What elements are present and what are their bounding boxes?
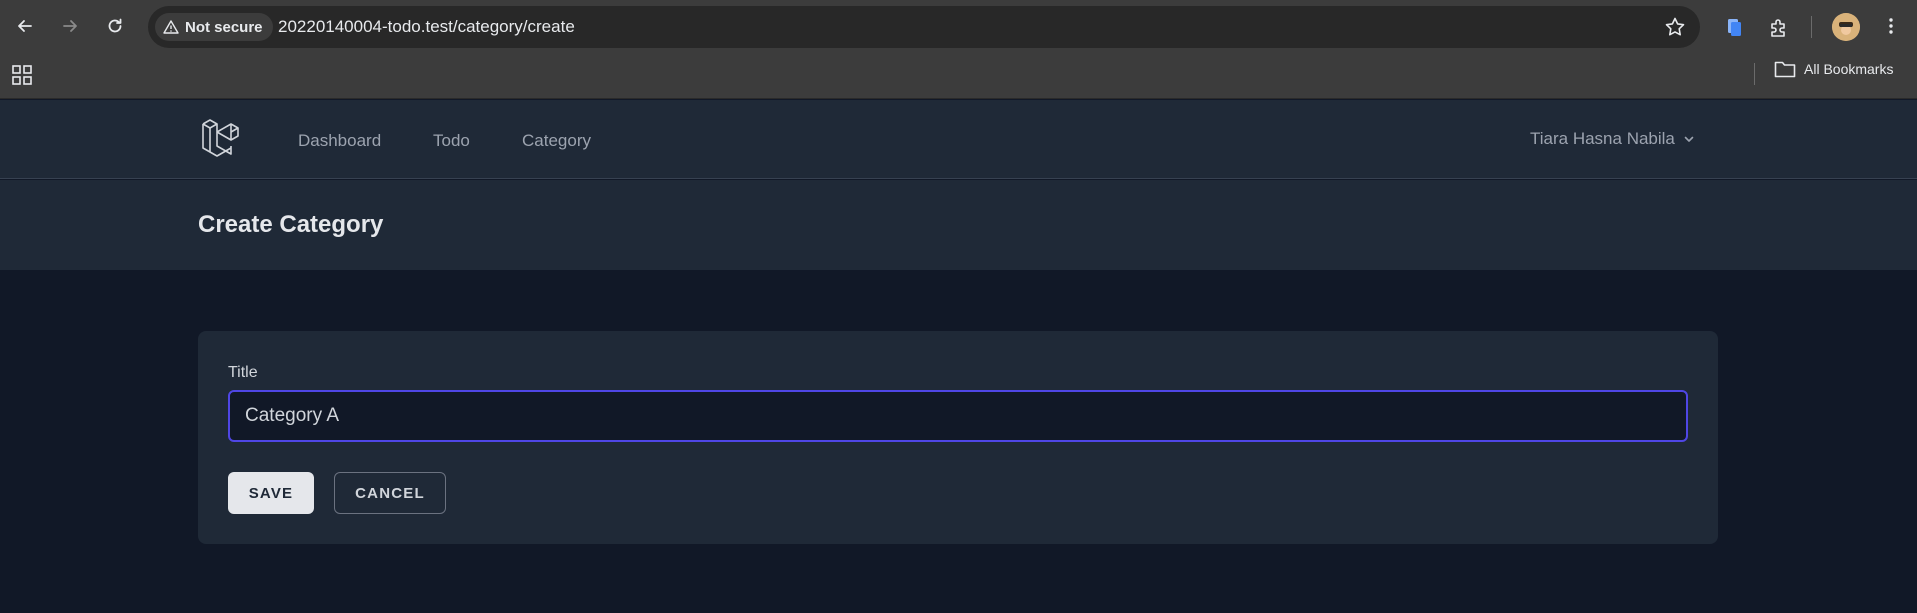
laravel-logo-icon[interactable] — [200, 118, 244, 162]
page-header: Create Category — [0, 180, 1917, 270]
all-bookmarks-button[interactable]: All Bookmarks — [1774, 60, 1893, 78]
security-label: Not secure — [185, 18, 263, 36]
forward-button[interactable] — [55, 11, 85, 41]
bookmarks-bar — [0, 54, 1917, 99]
app-navbar: Dashboard Todo Category Tiara Hasna Nabi… — [0, 100, 1917, 179]
profile-icon — [1832, 13, 1860, 41]
page-title: Create Category — [198, 211, 384, 238]
profile-avatar[interactable] — [1832, 13, 1860, 41]
browser-menu-button[interactable] — [1876, 11, 1906, 41]
more-vertical-icon — [1889, 18, 1893, 34]
bookmarks-divider — [1754, 63, 1755, 85]
url-text[interactable]: 20220140004-todo.test/category/create — [278, 17, 575, 37]
apps-grid-icon[interactable] — [11, 64, 33, 86]
nav-todo[interactable]: Todo — [433, 131, 470, 151]
cancel-button[interactable]: CANCEL — [334, 472, 446, 514]
arrow-left-icon — [18, 20, 32, 32]
all-bookmarks-label: All Bookmarks — [1804, 61, 1894, 77]
reload-button[interactable] — [100, 11, 130, 41]
extension-doc-icon — [1728, 19, 1741, 36]
toolbar-divider — [1811, 16, 1812, 38]
nav-dashboard[interactable]: Dashboard — [298, 131, 381, 151]
reload-icon — [108, 18, 122, 33]
warning-icon — [163, 20, 179, 34]
back-button[interactable] — [10, 11, 40, 41]
browser-toolbar: Not secure 20220140004-todo.test/categor… — [0, 0, 1917, 54]
form-card: Title SAVE CANCEL — [198, 331, 1718, 544]
security-chip[interactable]: Not secure — [155, 13, 273, 41]
arrow-right-icon — [63, 20, 77, 32]
bookmark-star-icon[interactable] — [1664, 16, 1686, 38]
user-menu-dropdown[interactable]: Tiara Hasna Nabila — [1530, 129, 1695, 149]
nav-category[interactable]: Category — [522, 131, 591, 151]
address-bar[interactable]: Not secure 20220140004-todo.test/categor… — [148, 6, 1700, 48]
chevron-down-icon — [1684, 136, 1694, 142]
save-button[interactable]: SAVE — [228, 472, 314, 514]
extension-button[interactable] — [1720, 13, 1748, 41]
title-label: Title — [228, 364, 258, 381]
puzzle-icon — [1771, 19, 1785, 37]
folder-icon — [1774, 61, 1796, 78]
extensions-menu-button[interactable] — [1765, 13, 1793, 41]
user-name: Tiara Hasna Nabila — [1530, 129, 1675, 148]
title-input[interactable] — [228, 390, 1688, 442]
